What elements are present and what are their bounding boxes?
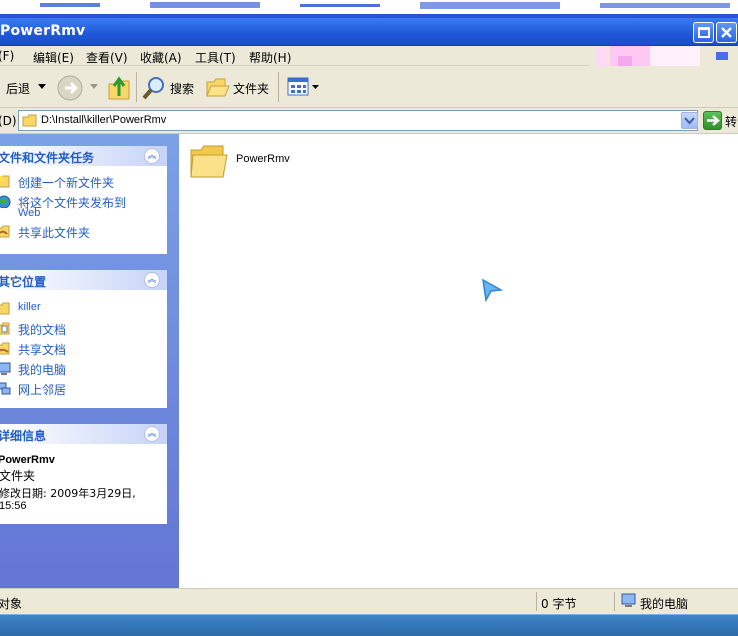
my-computer-icon [0,362,11,375]
address-bar: (D) D:\Install\killer\PowerRmv 转 [0,108,738,134]
folder-icon [22,114,37,127]
title-bar[interactable]: PowerRmv [0,18,738,46]
tasks-panel-title: 文件和文件夹任务 [0,151,95,165]
network-places-icon [0,382,11,395]
details-panel-header[interactable]: 详细信息 ︽ [0,424,167,444]
chevron-down-icon [684,117,695,125]
address-label: (D) [0,114,17,128]
toolbar-separator [136,72,137,102]
places-panel: 其它位置 ︽ killer 我的文档 共享文档 我的电脑 网上邻居 [0,270,167,408]
maximize-button[interactable] [693,22,714,43]
collapse-icon[interactable]: ︽ [144,426,160,442]
toolbar: 后退 搜索 文件夹 [0,66,738,108]
folder-icon [0,302,10,315]
status-separator [614,592,615,611]
tasks-panel-body: 创建一个新文件夹 将这个文件夹发布到 Web 共享此文件夹 [0,166,167,254]
places-panel-header[interactable]: 其它位置 ︽ [0,270,167,290]
go-button[interactable] [703,111,722,130]
details-type: 文件夹 [0,469,36,483]
back-dropdown-icon[interactable] [38,84,46,90]
status-objects: 对象 [0,597,23,611]
details-name: PowerRmv [0,454,55,466]
views-dropdown-icon[interactable] [312,85,319,90]
glitch-artifacts [40,2,730,9]
views-icon[interactable] [287,77,311,97]
menu-view[interactable]: 查看(V) [86,49,128,66]
details-panel: 详细信息 ︽ PowerRmv 文件夹 修改日期: 2009年3月29日, 15… [0,424,167,524]
search-button[interactable]: 搜索 [170,80,194,97]
my-documents-icon [0,322,10,335]
go-arrow-icon [707,115,720,126]
close-button[interactable] [716,22,737,43]
status-size: 0 字节 [541,597,577,611]
maximize-icon [698,27,710,38]
shared-documents-icon [0,342,10,355]
close-icon [721,27,732,38]
go-label[interactable]: 转 [725,113,737,130]
share-folder-icon [0,225,10,238]
details-panel-title: 详细信息 [0,429,47,443]
file-list-view[interactable]: PowerRmv [179,134,738,588]
new-folder-icon [0,175,10,188]
collapse-icon[interactable]: ︽ [144,148,160,164]
window-title: PowerRmv [0,23,86,39]
menu-favorites[interactable]: 收藏(A) [140,49,182,66]
menu-file[interactable]: (F) [0,49,14,63]
address-dropdown-button[interactable] [681,112,698,129]
details-modified: 修改日期: 2009年3月29日, [0,487,136,500]
details-modified-time: 15:56 [0,500,27,512]
my-computer-icon [621,593,636,607]
places-panel-body: killer 我的文档 共享文档 我的电脑 网上邻居 [0,290,167,408]
tasks-panel: 文件和文件夹任务 ︽ 创建一个新文件夹 将这个文件夹发布到 Web 共享此文件夹 [0,146,167,254]
places-panel-title: 其它位置 [0,275,47,289]
tasks-panel-header[interactable]: 文件和文件夹任务 ︽ [0,146,167,166]
toolbar-separator [278,72,279,102]
folders-button[interactable]: 文件夹 [233,80,269,97]
address-input[interactable]: D:\Install\killer\PowerRmv [18,110,698,131]
publish-web-icon [0,195,11,208]
up-folder-icon[interactable] [106,72,132,102]
status-location: 我的电脑 [640,597,689,611]
status-separator [536,592,537,611]
folders-icon[interactable] [205,75,231,99]
collapse-icon[interactable]: ︽ [144,272,160,288]
taskbar [0,614,738,636]
address-value: D:\Install\killer\PowerRmv [41,114,167,126]
cursor-arrow-icon [482,278,503,302]
menu-help[interactable]: 帮助(H) [249,49,291,66]
folder-icon [190,145,228,178]
forward-icon[interactable] [56,74,84,102]
file-item[interactable]: PowerRmv [179,134,309,184]
menu-tools[interactable]: 工具(T) [195,49,236,66]
desktop-strip [0,0,738,18]
search-icon[interactable] [141,75,167,101]
back-button[interactable]: 后退 [6,80,30,97]
file-item-label: PowerRmv [236,153,290,165]
task-pane: 文件和文件夹任务 ︽ 创建一个新文件夹 将这个文件夹发布到 Web 共享此文件夹… [0,134,179,588]
menu-edit[interactable]: 编辑(E) [33,49,74,66]
forward-dropdown-icon[interactable] [90,84,98,90]
details-panel-body: PowerRmv 文件夹 修改日期: 2009年3月29日, 15:56 [0,444,167,524]
status-bar: 对象 0 字节 我的电脑 [0,588,738,614]
